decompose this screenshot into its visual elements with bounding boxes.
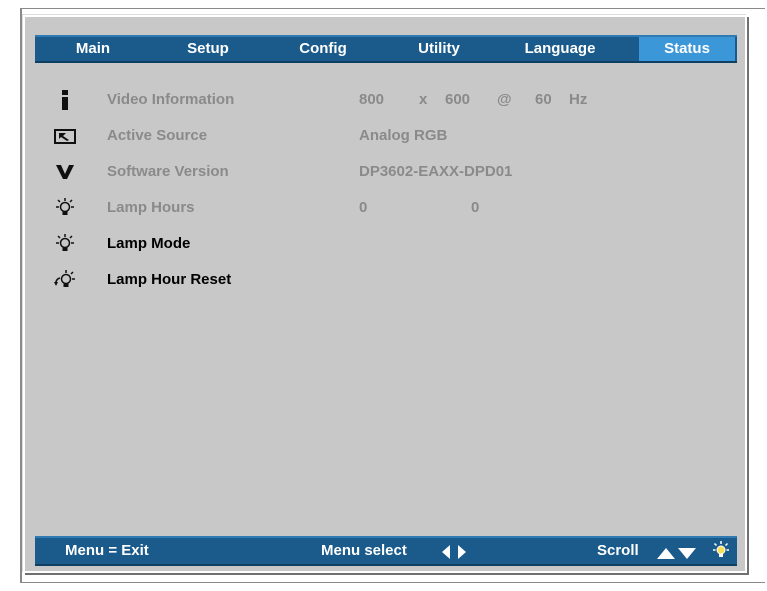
- video-refresh-unit: Hz: [569, 91, 588, 108]
- tab-main[interactable]: Main: [53, 37, 133, 61]
- video-at-separator: @: [497, 91, 512, 108]
- menu-exit-hint: Menu = Exit: [65, 542, 149, 559]
- lamp-status-icon: [711, 541, 731, 566]
- lamp-hour-reset-label[interactable]: Lamp Hour Reset: [107, 271, 231, 288]
- lamp-mode-icon: [51, 231, 79, 257]
- lamp-hours-label: Lamp Hours: [107, 199, 195, 216]
- row-lamp-hour-reset[interactable]: Lamp Hour Reset: [25, 267, 725, 293]
- tab-status[interactable]: Status: [639, 37, 735, 61]
- software-version-value: DP3602-EAXX-DPD01: [359, 163, 513, 180]
- lamp-hours-value-1: 0: [359, 199, 368, 216]
- video-refresh-value: 60: [535, 91, 552, 108]
- info-icon: [51, 87, 79, 113]
- lamp-mode-label[interactable]: Lamp Mode: [107, 235, 190, 252]
- tab-language[interactable]: Language: [509, 37, 611, 61]
- video-x-separator: x: [419, 91, 428, 108]
- lamp-reset-icon: [51, 267, 79, 293]
- video-height-value: 600: [445, 91, 471, 108]
- tab-config[interactable]: Config: [283, 37, 363, 61]
- active-source-label: Active Source: [107, 127, 208, 144]
- row-active-source: Active Source Analog RGB: [25, 123, 725, 149]
- left-right-arrows-icon: [441, 545, 469, 564]
- active-source-value: Analog RGB: [359, 127, 448, 144]
- menu-select-hint: Menu select: [321, 542, 407, 559]
- video-width-value: 800: [359, 91, 385, 108]
- scroll-hint: Scroll: [597, 542, 639, 559]
- tab-utility[interactable]: Utility: [399, 37, 479, 61]
- lamp-hours-value-2: 0: [471, 199, 480, 216]
- up-down-arrows-icon: [657, 546, 697, 564]
- osd-menu-panel: Main Setup Config Utility Language Statu…: [23, 15, 747, 573]
- source-icon: [51, 123, 79, 149]
- lamp-hours-icon: [51, 195, 79, 221]
- software-version-label: Software Version: [107, 163, 229, 180]
- version-icon: [51, 159, 79, 185]
- tab-setup[interactable]: Setup: [163, 37, 253, 61]
- row-video-information: Video Information 800 x 600 @ 60 Hz: [25, 87, 725, 113]
- row-lamp-hours: Lamp Hours 0 0: [25, 195, 725, 221]
- row-software-version: Software Version DP3602-EAXX-DPD01: [25, 159, 725, 185]
- row-lamp-mode[interactable]: Lamp Mode: [25, 231, 725, 257]
- video-information-label: Video Information: [107, 91, 235, 108]
- menu-tab-bar: Main Setup Config Utility Language Statu…: [35, 35, 737, 63]
- menu-footer-bar: Menu = Exit Menu select Scroll: [35, 536, 737, 566]
